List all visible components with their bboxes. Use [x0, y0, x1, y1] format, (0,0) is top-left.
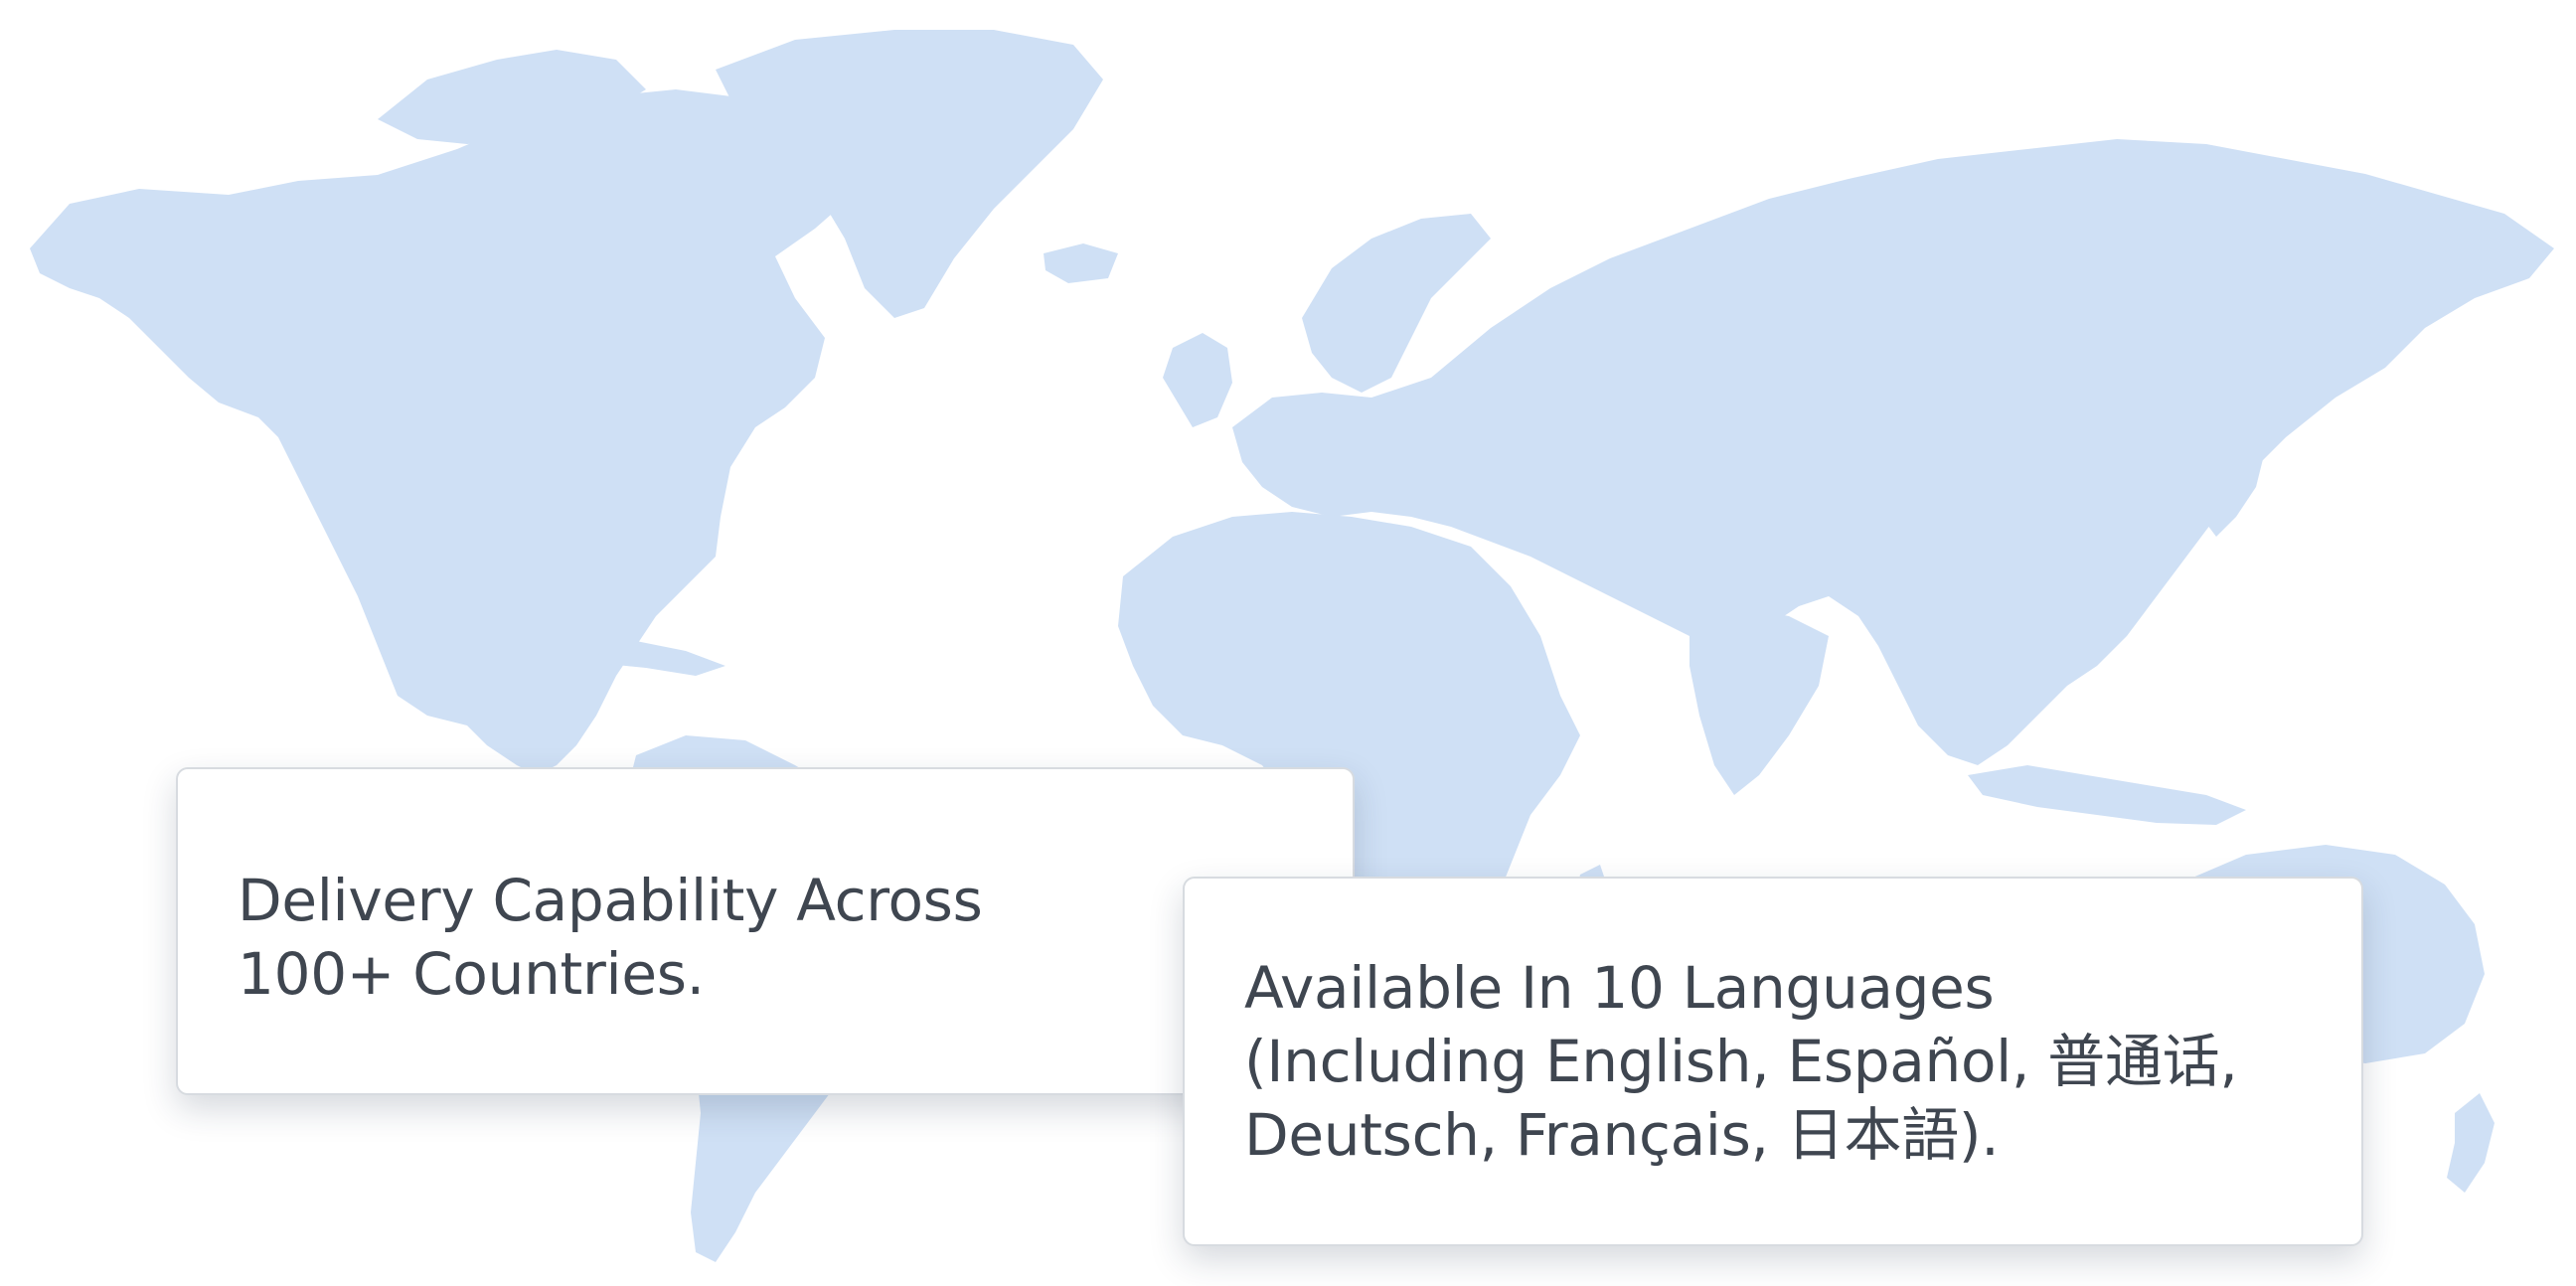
british-isles-shape — [1163, 333, 1232, 427]
languages-text: Available In 10 Languages (Including Eng… — [1244, 951, 2306, 1172]
delivery-capability-card: Delivery Capability Across 100+ Countrie… — [176, 767, 1355, 1095]
languages-line-2: (Including English, Español, 普通话, — [1244, 1028, 2238, 1095]
languages-card: Available In 10 Languages (Including Eng… — [1183, 877, 2363, 1246]
languages-line-3: Deutsch, Français, 日本語). — [1244, 1101, 2000, 1169]
india-shape — [1690, 606, 1829, 795]
delivery-capability-text: Delivery Capability Across 100+ Countrie… — [238, 864, 1293, 1011]
iceland-shape — [1044, 243, 1118, 283]
new-zealand-shape — [2447, 1093, 2495, 1193]
indonesia-shape — [1968, 765, 2246, 825]
delivery-line-2: 100+ Countries. — [238, 940, 705, 1008]
languages-line-1: Available In 10 Languages — [1244, 954, 1995, 1022]
delivery-line-1: Delivery Capability Across — [238, 867, 983, 934]
